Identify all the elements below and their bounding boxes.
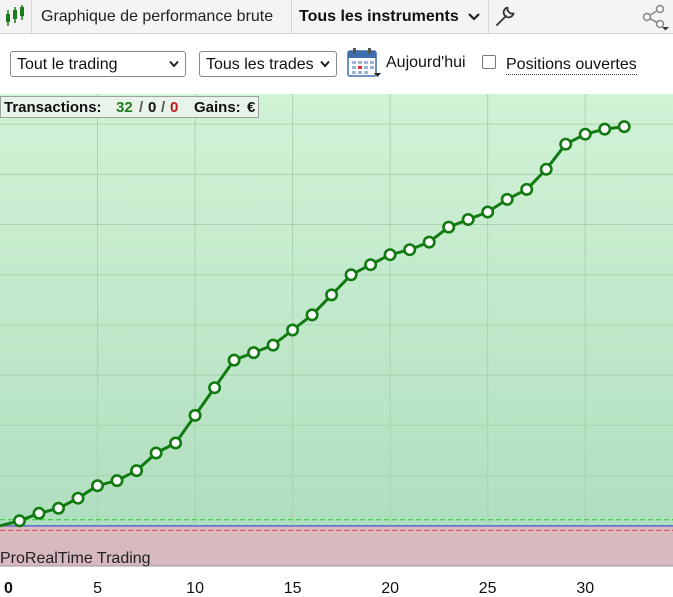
- data-point-marker: [559, 137, 573, 151]
- separator: /: [139, 99, 144, 116]
- data-point-marker: [364, 258, 378, 272]
- data-point-marker: [617, 120, 631, 134]
- data-point-marker: [500, 192, 514, 206]
- data-point-marker: [461, 213, 475, 227]
- data-point-marker: [266, 338, 280, 352]
- data-point-marker: [91, 479, 105, 493]
- data-point-marker: [110, 474, 124, 488]
- transactions-losing: 0: [170, 99, 179, 116]
- gains-label: Gains:: [194, 99, 241, 116]
- gains-currency: €: [247, 99, 256, 116]
- x-tick-label: 5: [93, 580, 102, 597]
- x-tick-label: 15: [284, 580, 302, 597]
- data-point-marker: [305, 308, 319, 322]
- data-point-marker: [247, 346, 261, 360]
- performance-chart: 0 5 10 15 20 25 30: [0, 94, 673, 597]
- x-tick-label: 30: [576, 580, 594, 597]
- data-point-marker: [169, 436, 183, 450]
- transactions-total: 32: [116, 99, 133, 116]
- data-point-marker: [51, 501, 65, 515]
- data-point-marker: [208, 381, 222, 395]
- data-point-marker: [598, 122, 612, 136]
- data-point-marker: [442, 220, 456, 234]
- data-point-marker: [344, 268, 358, 282]
- data-point-marker: [13, 514, 26, 528]
- x-tick-label: 10: [186, 580, 204, 597]
- data-point-marker: [149, 446, 163, 460]
- separator: /: [161, 99, 166, 116]
- data-point-marker: [422, 235, 436, 249]
- x-tick-label: 25: [479, 580, 497, 597]
- x-tick-label: 20: [381, 580, 399, 597]
- data-point-marker: [325, 288, 339, 302]
- transactions-middle: 0: [148, 99, 157, 116]
- x-tick-label: 0: [4, 580, 13, 597]
- profit-zone: [0, 94, 673, 526]
- data-point-marker: [227, 353, 241, 367]
- data-point-marker: [578, 127, 592, 141]
- watermark-text: ProRealTime Trading: [0, 550, 151, 567]
- data-point-marker: [383, 248, 397, 262]
- data-point-marker: [130, 464, 144, 478]
- data-point-marker: [539, 162, 553, 176]
- data-point-marker: [286, 323, 300, 337]
- data-point-marker: [32, 506, 46, 520]
- data-point-marker: [481, 205, 495, 219]
- transactions-label: Transactions:: [4, 99, 102, 116]
- transactions-summary: Transactions: 32 / 0 / 0 Gains: €: [0, 96, 259, 118]
- data-point-marker: [71, 491, 85, 505]
- data-point-marker: [520, 182, 534, 196]
- data-point-marker: [188, 408, 202, 422]
- data-point-marker: [403, 243, 417, 257]
